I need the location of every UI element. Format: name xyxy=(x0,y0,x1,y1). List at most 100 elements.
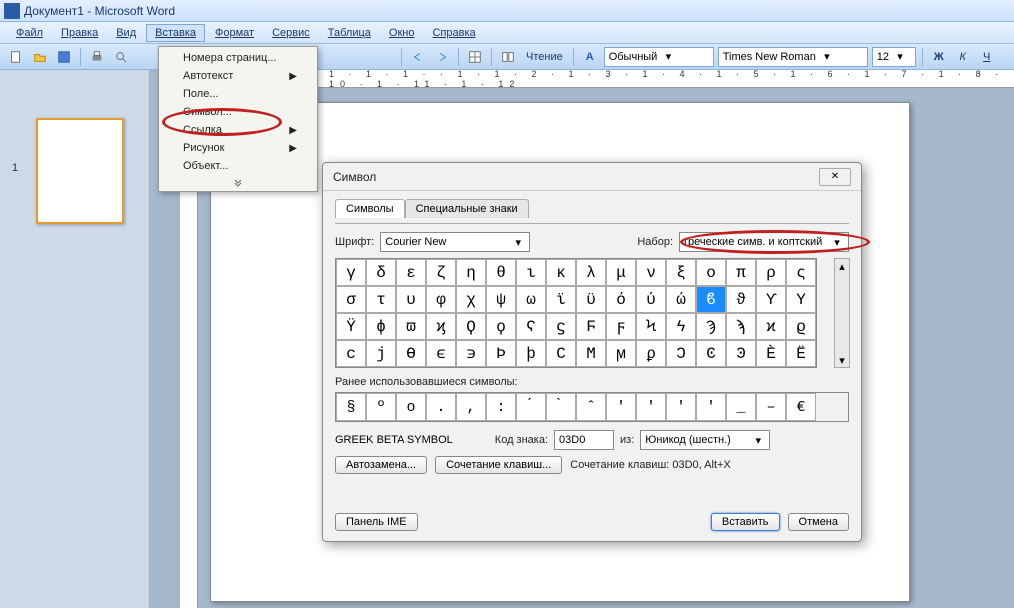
symbol-cell[interactable]: ώ xyxy=(666,286,696,313)
code-input[interactable] xyxy=(554,430,614,450)
print-icon[interactable] xyxy=(87,47,107,67)
underline-button[interactable]: Ч xyxy=(977,47,997,67)
symbol-cell[interactable]: κ xyxy=(546,259,576,286)
symbol-cell[interactable]: Ͽ xyxy=(726,340,756,367)
font-combo[interactable]: Times New Roman ▾ xyxy=(718,47,868,67)
symbol-cell[interactable]: ϼ xyxy=(636,340,666,367)
symbol-cell[interactable]: μ xyxy=(606,259,636,286)
size-combo[interactable]: 12 ▾ xyxy=(872,47,916,67)
symbol-cell[interactable]: ϲ xyxy=(336,340,366,367)
symbol-cell[interactable]: σ xyxy=(336,286,366,313)
symbol-cell[interactable]: Ϲ xyxy=(546,340,576,367)
menu-view[interactable]: Вид xyxy=(108,25,144,41)
grid-scrollbar[interactable]: ▴ ▾ xyxy=(834,258,850,368)
italic-button[interactable]: К xyxy=(953,47,973,67)
symbol-cell[interactable]: Ϋ xyxy=(336,313,366,340)
symbol-cell[interactable]: ϕ xyxy=(366,313,396,340)
symbol-cell[interactable]: υ xyxy=(396,286,426,313)
tab-special[interactable]: Специальные знаки xyxy=(405,199,529,218)
symbol-cell[interactable]: ε xyxy=(396,259,426,286)
symbol-cell[interactable]: Ϝ xyxy=(576,313,606,340)
cancel-button[interactable]: Отмена xyxy=(788,513,849,531)
menu-field[interactable]: Поле... xyxy=(159,85,317,103)
menu-picture[interactable]: Рисунок▶ xyxy=(159,139,317,157)
symbol-cell[interactable]: ϗ xyxy=(426,313,456,340)
save-icon[interactable] xyxy=(54,47,74,67)
symbol-cell[interactable]: ρ xyxy=(756,259,786,286)
symbol-cell[interactable]: ϟ xyxy=(666,313,696,340)
menu-reference[interactable]: Ссылка▶ xyxy=(159,121,317,139)
style-combo[interactable]: Обычный ▾ xyxy=(604,47,714,67)
symbol-cell[interactable]: ν xyxy=(636,259,666,286)
menu-format[interactable]: Формат xyxy=(207,25,262,41)
menu-file[interactable]: Файл xyxy=(8,25,51,41)
preview-icon[interactable] xyxy=(111,47,131,67)
scroll-down-icon[interactable]: ▾ xyxy=(835,353,849,367)
symbol-cell[interactable]: θ xyxy=(486,259,516,286)
menu-edit[interactable]: Правка xyxy=(53,25,106,41)
open-icon[interactable] xyxy=(30,47,50,67)
page-thumbnail[interactable] xyxy=(36,118,124,224)
reading-icon[interactable] xyxy=(498,47,518,67)
symbol-cell[interactable]: ϵ xyxy=(426,340,456,367)
symbol-cell[interactable]: γ xyxy=(336,259,366,286)
recent-cell[interactable]: ' xyxy=(696,393,726,421)
recent-cell[interactable]: º xyxy=(366,393,396,421)
undo-icon[interactable] xyxy=(408,47,428,67)
symbol-cell[interactable]: ϖ xyxy=(396,313,426,340)
symbol-cell[interactable]: Ϡ xyxy=(696,313,726,340)
new-icon[interactable] xyxy=(6,47,26,67)
recent-cell[interactable]: . xyxy=(426,393,456,421)
symbol-cell[interactable]: Ͻ xyxy=(666,340,696,367)
menu-object[interactable]: Объект... xyxy=(159,157,317,175)
recent-cell[interactable]: ' xyxy=(636,393,666,421)
symbol-cell[interactable]: ζ xyxy=(426,259,456,286)
symbol-cell[interactable]: ϝ xyxy=(606,313,636,340)
symbol-cell[interactable]: ϙ xyxy=(486,313,516,340)
symbol-cell[interactable]: ϱ xyxy=(786,313,816,340)
symbol-cell[interactable]: Ϸ xyxy=(486,340,516,367)
symbol-cell[interactable]: Ѐ xyxy=(756,340,786,367)
symbol-cell[interactable]: ϸ xyxy=(516,340,546,367)
symbol-cell[interactable]: χ xyxy=(456,286,486,313)
symbol-cell[interactable]: ϑ xyxy=(726,286,756,313)
symbol-cell[interactable]: ϡ xyxy=(726,313,756,340)
recent-cell[interactable]: , xyxy=(456,393,486,421)
symbol-cell[interactable]: ϰ xyxy=(756,313,786,340)
close-button[interactable]: ✕ xyxy=(819,168,851,186)
symbol-cell[interactable]: ύ xyxy=(636,286,666,313)
horizontal-ruler[interactable]: 3 · 1 · 2 · 1 · 1 · 1 · · 1 · 1 · 2 · 1 … xyxy=(198,70,1014,88)
symbol-cell[interactable]: λ xyxy=(576,259,606,286)
ime-button[interactable]: Панель IME xyxy=(335,513,418,531)
symbol-cell[interactable]: φ xyxy=(426,286,456,313)
scroll-up-icon[interactable]: ▴ xyxy=(835,259,849,273)
menu-table[interactable]: Таблица xyxy=(320,25,379,41)
symbol-cell[interactable]: Υ xyxy=(786,286,816,313)
symbol-cell[interactable]: ι xyxy=(516,259,546,286)
symbol-cell[interactable]: Ϙ xyxy=(456,313,486,340)
table-icon[interactable] xyxy=(465,47,485,67)
insert-button[interactable]: Вставить xyxy=(711,513,780,531)
symbol-cell[interactable]: η xyxy=(456,259,486,286)
reading-label[interactable]: Чтение xyxy=(522,51,567,63)
from-select[interactable]: Юникод (шестн.) ▾ xyxy=(640,430,770,450)
font-select[interactable]: Courier New ▾ xyxy=(380,232,530,252)
symbol-cell[interactable]: Ϻ xyxy=(576,340,606,367)
symbol-cell[interactable]: ϻ xyxy=(606,340,636,367)
style-icon[interactable]: A xyxy=(580,47,600,67)
recent-cell[interactable]: _ xyxy=(726,393,756,421)
menu-tools[interactable]: Сервис xyxy=(264,25,318,41)
symbol-cell[interactable]: Ͼ xyxy=(696,340,726,367)
symbol-cell[interactable]: π xyxy=(726,259,756,286)
autocorrect-button[interactable]: Автозамена... xyxy=(335,456,427,474)
menu-symbol[interactable]: Символ... xyxy=(159,103,317,121)
symbol-cell[interactable]: Ϟ xyxy=(636,313,666,340)
symbol-cell[interactable]: ϛ xyxy=(546,313,576,340)
recent-cell[interactable]: ̂ xyxy=(576,393,606,421)
symbol-cell[interactable]: ς xyxy=(786,259,816,286)
menu-insert[interactable]: Вставка xyxy=(146,24,205,42)
symbol-cell[interactable]: Ϛ xyxy=(516,313,546,340)
recent-cell[interactable]: ́ xyxy=(516,393,546,421)
tab-symbols[interactable]: Символы xyxy=(335,199,405,218)
symbol-cell[interactable]: ξ xyxy=(666,259,696,286)
